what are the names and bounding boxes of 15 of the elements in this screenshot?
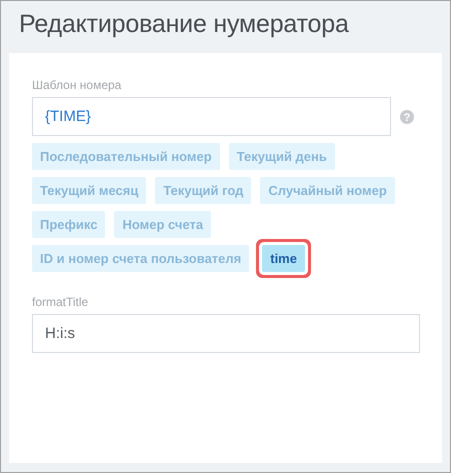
placeholder-tag[interactable]: time	[262, 245, 305, 272]
placeholder-tag[interactable]: Последовательный номер	[32, 143, 220, 170]
placeholder-tag[interactable]: Номер счета	[114, 211, 212, 238]
help-icon[interactable]: ?	[400, 110, 414, 124]
placeholder-tag[interactable]: Текущий месяц	[32, 177, 146, 204]
placeholder-tag[interactable]: Префикс	[32, 211, 106, 238]
field-label: formatTitle	[32, 295, 88, 309]
template-field[interactable]: {TIME}	[32, 97, 391, 136]
dialog-title: Редактирование нумератора	[18, 9, 350, 40]
placeholder-tag[interactable]: Текущий день	[228, 143, 335, 170]
format-field[interactable]: H:i:s	[32, 314, 420, 353]
placeholder-tag[interactable]: Случайный номер	[260, 177, 395, 204]
placeholder-tag[interactable]: Текущий год	[155, 177, 252, 204]
field-label: Шаблон номера	[32, 78, 122, 92]
placeholder-tag[interactable]: ID и номер счета пользователя	[32, 245, 250, 272]
